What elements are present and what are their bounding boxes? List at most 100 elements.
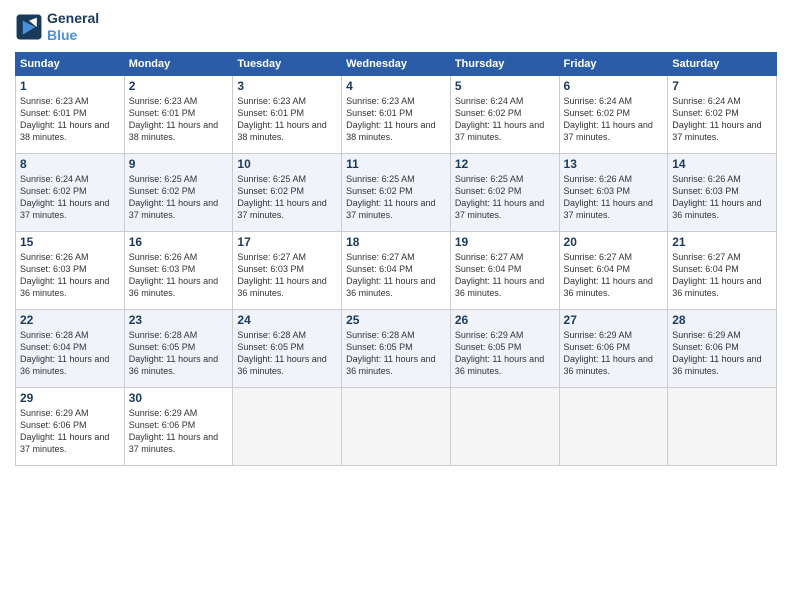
calendar-body: 1 Sunrise: 6:23 AM Sunset: 6:01 PM Dayli… bbox=[16, 75, 777, 465]
day-number: 12 bbox=[455, 157, 555, 171]
calendar-cell: 16 Sunrise: 6:26 AM Sunset: 6:03 PM Dayl… bbox=[124, 231, 233, 309]
week-row-3: 15 Sunrise: 6:26 AM Sunset: 6:03 PM Dayl… bbox=[16, 231, 777, 309]
day-info: Sunrise: 6:25 AM Sunset: 6:02 PM Dayligh… bbox=[129, 173, 229, 222]
weekday-saturday: Saturday bbox=[668, 52, 777, 75]
day-number: 29 bbox=[20, 391, 120, 405]
calendar-cell: 4 Sunrise: 6:23 AM Sunset: 6:01 PM Dayli… bbox=[342, 75, 451, 153]
calendar-cell: 22 Sunrise: 6:28 AM Sunset: 6:04 PM Dayl… bbox=[16, 309, 125, 387]
day-info: Sunrise: 6:25 AM Sunset: 6:02 PM Dayligh… bbox=[237, 173, 337, 222]
week-row-1: 1 Sunrise: 6:23 AM Sunset: 6:01 PM Dayli… bbox=[16, 75, 777, 153]
weekday-thursday: Thursday bbox=[450, 52, 559, 75]
weekday-tuesday: Tuesday bbox=[233, 52, 342, 75]
day-info: Sunrise: 6:23 AM Sunset: 6:01 PM Dayligh… bbox=[346, 95, 446, 144]
day-info: Sunrise: 6:23 AM Sunset: 6:01 PM Dayligh… bbox=[20, 95, 120, 144]
day-number: 1 bbox=[20, 79, 120, 93]
calendar-cell bbox=[450, 387, 559, 465]
day-number: 24 bbox=[237, 313, 337, 327]
day-info: Sunrise: 6:23 AM Sunset: 6:01 PM Dayligh… bbox=[129, 95, 229, 144]
day-number: 20 bbox=[564, 235, 664, 249]
weekday-wednesday: Wednesday bbox=[342, 52, 451, 75]
calendar-cell: 15 Sunrise: 6:26 AM Sunset: 6:03 PM Dayl… bbox=[16, 231, 125, 309]
calendar-cell: 13 Sunrise: 6:26 AM Sunset: 6:03 PM Dayl… bbox=[559, 153, 668, 231]
day-number: 28 bbox=[672, 313, 772, 327]
day-number: 13 bbox=[564, 157, 664, 171]
day-info: Sunrise: 6:26 AM Sunset: 6:03 PM Dayligh… bbox=[564, 173, 664, 222]
week-row-5: 29 Sunrise: 6:29 AM Sunset: 6:06 PM Dayl… bbox=[16, 387, 777, 465]
day-info: Sunrise: 6:24 AM Sunset: 6:02 PM Dayligh… bbox=[20, 173, 120, 222]
calendar-cell: 28 Sunrise: 6:29 AM Sunset: 6:06 PM Dayl… bbox=[668, 309, 777, 387]
day-number: 26 bbox=[455, 313, 555, 327]
header: General Blue bbox=[15, 10, 777, 44]
day-number: 11 bbox=[346, 157, 446, 171]
day-number: 15 bbox=[20, 235, 120, 249]
weekday-monday: Monday bbox=[124, 52, 233, 75]
day-info: Sunrise: 6:28 AM Sunset: 6:05 PM Dayligh… bbox=[129, 329, 229, 378]
page: General Blue SundayMondayTuesdayWednesda… bbox=[0, 0, 792, 612]
week-row-2: 8 Sunrise: 6:24 AM Sunset: 6:02 PM Dayli… bbox=[16, 153, 777, 231]
day-number: 7 bbox=[672, 79, 772, 93]
day-info: Sunrise: 6:24 AM Sunset: 6:02 PM Dayligh… bbox=[564, 95, 664, 144]
calendar-cell bbox=[342, 387, 451, 465]
calendar-cell: 8 Sunrise: 6:24 AM Sunset: 6:02 PM Dayli… bbox=[16, 153, 125, 231]
calendar-cell: 18 Sunrise: 6:27 AM Sunset: 6:04 PM Dayl… bbox=[342, 231, 451, 309]
day-info: Sunrise: 6:26 AM Sunset: 6:03 PM Dayligh… bbox=[672, 173, 772, 222]
day-number: 16 bbox=[129, 235, 229, 249]
calendar-cell: 10 Sunrise: 6:25 AM Sunset: 6:02 PM Dayl… bbox=[233, 153, 342, 231]
day-info: Sunrise: 6:29 AM Sunset: 6:06 PM Dayligh… bbox=[20, 407, 120, 456]
calendar-cell: 11 Sunrise: 6:25 AM Sunset: 6:02 PM Dayl… bbox=[342, 153, 451, 231]
calendar-cell: 30 Sunrise: 6:29 AM Sunset: 6:06 PM Dayl… bbox=[124, 387, 233, 465]
calendar-cell: 27 Sunrise: 6:29 AM Sunset: 6:06 PM Dayl… bbox=[559, 309, 668, 387]
day-info: Sunrise: 6:25 AM Sunset: 6:02 PM Dayligh… bbox=[346, 173, 446, 222]
day-info: Sunrise: 6:29 AM Sunset: 6:05 PM Dayligh… bbox=[455, 329, 555, 378]
calendar-cell: 6 Sunrise: 6:24 AM Sunset: 6:02 PM Dayli… bbox=[559, 75, 668, 153]
day-info: Sunrise: 6:23 AM Sunset: 6:01 PM Dayligh… bbox=[237, 95, 337, 144]
day-info: Sunrise: 6:28 AM Sunset: 6:05 PM Dayligh… bbox=[237, 329, 337, 378]
logo-icon bbox=[15, 13, 43, 41]
day-number: 19 bbox=[455, 235, 555, 249]
logo: General Blue bbox=[15, 10, 99, 44]
day-number: 4 bbox=[346, 79, 446, 93]
day-info: Sunrise: 6:29 AM Sunset: 6:06 PM Dayligh… bbox=[672, 329, 772, 378]
day-info: Sunrise: 6:27 AM Sunset: 6:04 PM Dayligh… bbox=[564, 251, 664, 300]
day-number: 27 bbox=[564, 313, 664, 327]
day-info: Sunrise: 6:24 AM Sunset: 6:02 PM Dayligh… bbox=[672, 95, 772, 144]
day-number: 21 bbox=[672, 235, 772, 249]
calendar-cell: 12 Sunrise: 6:25 AM Sunset: 6:02 PM Dayl… bbox=[450, 153, 559, 231]
calendar-cell: 2 Sunrise: 6:23 AM Sunset: 6:01 PM Dayli… bbox=[124, 75, 233, 153]
calendar-cell: 9 Sunrise: 6:25 AM Sunset: 6:02 PM Dayli… bbox=[124, 153, 233, 231]
day-info: Sunrise: 6:27 AM Sunset: 6:04 PM Dayligh… bbox=[672, 251, 772, 300]
calendar-cell: 26 Sunrise: 6:29 AM Sunset: 6:05 PM Dayl… bbox=[450, 309, 559, 387]
day-info: Sunrise: 6:28 AM Sunset: 6:05 PM Dayligh… bbox=[346, 329, 446, 378]
day-number: 18 bbox=[346, 235, 446, 249]
logo-text: General Blue bbox=[47, 10, 99, 44]
calendar-cell: 21 Sunrise: 6:27 AM Sunset: 6:04 PM Dayl… bbox=[668, 231, 777, 309]
weekday-header-row: SundayMondayTuesdayWednesdayThursdayFrid… bbox=[16, 52, 777, 75]
calendar-cell bbox=[233, 387, 342, 465]
weekday-sunday: Sunday bbox=[16, 52, 125, 75]
day-info: Sunrise: 6:24 AM Sunset: 6:02 PM Dayligh… bbox=[455, 95, 555, 144]
day-number: 5 bbox=[455, 79, 555, 93]
calendar-cell: 24 Sunrise: 6:28 AM Sunset: 6:05 PM Dayl… bbox=[233, 309, 342, 387]
calendar-cell: 14 Sunrise: 6:26 AM Sunset: 6:03 PM Dayl… bbox=[668, 153, 777, 231]
calendar-table: SundayMondayTuesdayWednesdayThursdayFrid… bbox=[15, 52, 777, 466]
day-info: Sunrise: 6:27 AM Sunset: 6:03 PM Dayligh… bbox=[237, 251, 337, 300]
day-number: 25 bbox=[346, 313, 446, 327]
week-row-4: 22 Sunrise: 6:28 AM Sunset: 6:04 PM Dayl… bbox=[16, 309, 777, 387]
day-number: 2 bbox=[129, 79, 229, 93]
calendar-cell: 20 Sunrise: 6:27 AM Sunset: 6:04 PM Dayl… bbox=[559, 231, 668, 309]
day-info: Sunrise: 6:25 AM Sunset: 6:02 PM Dayligh… bbox=[455, 173, 555, 222]
day-number: 14 bbox=[672, 157, 772, 171]
day-number: 3 bbox=[237, 79, 337, 93]
day-number: 23 bbox=[129, 313, 229, 327]
day-number: 30 bbox=[129, 391, 229, 405]
day-info: Sunrise: 6:28 AM Sunset: 6:04 PM Dayligh… bbox=[20, 329, 120, 378]
day-info: Sunrise: 6:27 AM Sunset: 6:04 PM Dayligh… bbox=[346, 251, 446, 300]
day-number: 10 bbox=[237, 157, 337, 171]
calendar-cell: 23 Sunrise: 6:28 AM Sunset: 6:05 PM Dayl… bbox=[124, 309, 233, 387]
calendar-cell: 29 Sunrise: 6:29 AM Sunset: 6:06 PM Dayl… bbox=[16, 387, 125, 465]
calendar-cell: 17 Sunrise: 6:27 AM Sunset: 6:03 PM Dayl… bbox=[233, 231, 342, 309]
day-number: 17 bbox=[237, 235, 337, 249]
day-info: Sunrise: 6:26 AM Sunset: 6:03 PM Dayligh… bbox=[129, 251, 229, 300]
calendar-cell bbox=[668, 387, 777, 465]
calendar-cell bbox=[559, 387, 668, 465]
